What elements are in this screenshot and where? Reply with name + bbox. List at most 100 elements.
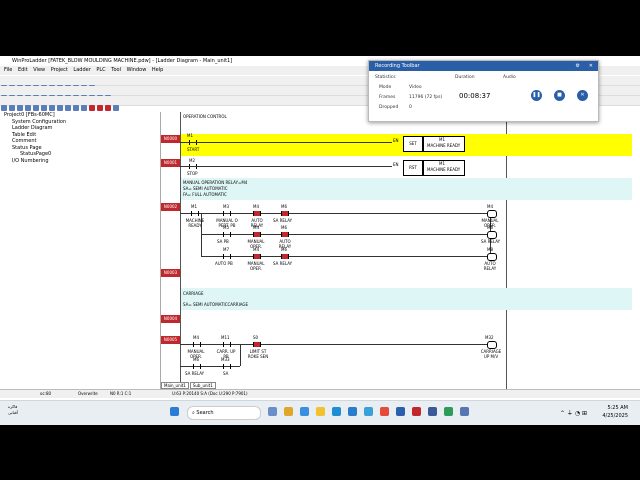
contact-s0-r5[interactable] — [253, 342, 261, 347]
contact-m4b-r2[interactable] — [253, 232, 261, 237]
insert-icon[interactable] — [113, 105, 119, 111]
coil-m4[interactable] — [487, 210, 497, 218]
rung-marker-n0001[interactable]: N0001 — [161, 159, 180, 167]
comment-sa-carriage: SA= SEMI AUTOMATICCARRIAGE — [183, 302, 249, 307]
contact-m3-r2[interactable] — [223, 211, 231, 216]
tray-icons[interactable]: ⌃ ⏚ ◔ ⊞ — [560, 408, 587, 417]
system-clock[interactable]: 5:25 AM 4/25/2025 — [602, 404, 628, 420]
menu-window[interactable]: Window — [127, 67, 147, 73]
math-icon[interactable] — [33, 105, 39, 111]
comment-sa: SA= SEMI AUTOMATIC — [183, 186, 228, 191]
settings-icon[interactable]: ⚙ — [576, 61, 580, 71]
label-r5o1: M32 — [485, 335, 494, 340]
task-view-icon[interactable] — [268, 407, 277, 416]
menu-help[interactable]: Help — [152, 67, 163, 73]
label-r5c4s: SA RELAY — [185, 371, 205, 376]
label-coil-m1: M1 — [439, 137, 445, 142]
menu-project[interactable]: Project — [51, 67, 68, 73]
label-r5o1s: CARRIAGE UP M/V — [480, 349, 502, 359]
menu-ladder[interactable]: Ladder — [73, 67, 90, 73]
delete-row-icon[interactable] — [97, 105, 103, 111]
windows-start-icon[interactable] — [170, 407, 179, 416]
chrome-icon[interactable] — [380, 407, 389, 416]
coil-m8[interactable] — [487, 253, 497, 261]
frames-value: 11796 (72 fps) — [409, 95, 443, 100]
pause-button[interactable]: ❚❚ — [531, 90, 542, 101]
menu-view[interactable]: View — [33, 67, 45, 73]
word-icon[interactable] — [396, 407, 405, 416]
menu-file[interactable]: File — [4, 67, 12, 73]
contact-m6-r5[interactable] — [193, 364, 201, 369]
contact-m11-r5[interactable] — [223, 342, 231, 347]
file-explorer-icon[interactable] — [316, 407, 325, 416]
set-function-box[interactable]: SET — [403, 136, 423, 152]
status-bar: oc:80 Overwrite N0 R:1 C:1 U:63 P:20140 … — [0, 389, 640, 398]
contact-m1-r2[interactable] — [191, 211, 199, 216]
label-r2o2s: SA RELAY — [481, 239, 501, 244]
io-icon[interactable] — [1, 105, 7, 111]
ret-icon[interactable] — [73, 105, 79, 111]
ladder-editor[interactable]: OPERATION CONTROL N0000 M1 START EN SET … — [161, 112, 640, 390]
recording-toolbar-title: Recording Toolbar — [375, 63, 420, 69]
comment-operation-control: OPERATION CONTROL — [183, 114, 227, 119]
comment-carriage: CARRIAGE — [183, 291, 204, 296]
tab-main-unit1[interactable]: Main_unit1 — [161, 382, 189, 389]
edge-icon[interactable] — [332, 407, 341, 416]
tree-io-numbering[interactable]: I/O Numbering — [0, 158, 160, 165]
cancel-button[interactable]: ✕ — [577, 90, 588, 101]
status-c: N0 R:1 C:1 — [110, 391, 132, 396]
menu-edit[interactable]: Edit — [18, 67, 28, 73]
contact-m4-r5[interactable] — [193, 342, 201, 347]
coil-m32[interactable] — [487, 341, 497, 349]
menu-plc[interactable]: PLC — [96, 67, 105, 73]
move-icon[interactable] — [41, 105, 47, 111]
menu-tool[interactable]: Tool — [111, 67, 121, 73]
desktop-screen: WinProLadder [FATEK_BLOW MOULDING MACHIN… — [0, 56, 640, 424]
contact-m7-r2[interactable] — [223, 254, 231, 259]
rung-marker-n0004[interactable]: N0004 — [161, 315, 180, 323]
rung-marker-n0003[interactable]: N0003 — [161, 269, 180, 277]
coil-m6[interactable] — [487, 231, 497, 239]
timer-icon[interactable] — [9, 105, 15, 111]
rung-marker-n0005[interactable]: N0005 — [161, 336, 180, 344]
weather-widget[interactable]: فاکره آفتابی — [8, 404, 18, 416]
jump-icon[interactable] — [49, 105, 55, 111]
delete-icon[interactable] — [89, 105, 95, 111]
label-r2o2: M6 — [487, 225, 493, 230]
rung-marker-n0002[interactable]: N0002 — [161, 203, 180, 211]
counter-icon[interactable] — [17, 105, 23, 111]
app-icon[interactable] — [444, 407, 453, 416]
wire — [240, 344, 241, 366]
contact-m6-r2[interactable] — [281, 211, 289, 216]
store-icon[interactable] — [300, 407, 309, 416]
label-r2c10s: SA RELAY — [273, 261, 293, 266]
label-icon[interactable] — [57, 105, 63, 111]
recorder-app-icon[interactable] — [412, 407, 421, 416]
tab-sub-unit1[interactable]: Sub_unit1 — [189, 382, 216, 389]
frames-label: Frames — [379, 95, 396, 100]
delete-col-icon[interactable] — [105, 105, 111, 111]
close-icon[interactable]: ✕ — [589, 61, 593, 71]
rst-function-box[interactable]: RST — [403, 160, 423, 176]
winproladder-icon[interactable] — [428, 407, 437, 416]
call-icon[interactable] — [65, 105, 71, 111]
widgets-icon[interactable] — [284, 407, 293, 416]
label-r2c10: M6 — [281, 247, 287, 252]
contact-m6c-r2[interactable] — [281, 254, 289, 259]
end-icon[interactable] — [81, 105, 87, 111]
label-r2c9: M4 — [253, 247, 259, 252]
compare-icon[interactable] — [25, 105, 31, 111]
contact-m4-r2[interactable] — [253, 211, 261, 216]
contact-m4c-r2[interactable] — [253, 254, 261, 259]
mail-icon[interactable] — [348, 407, 357, 416]
contact-m6b-r2[interactable] — [281, 232, 289, 237]
photos-icon[interactable] — [364, 407, 373, 416]
contact-m33-r5[interactable] — [223, 364, 231, 369]
rung-marker-n0000[interactable]: N0000 — [161, 135, 180, 143]
contact-m5-r2[interactable] — [223, 232, 231, 237]
label-r2c6: M4 — [253, 225, 259, 230]
search-box[interactable]: ⌕ Search — [187, 406, 261, 420]
label-r2c7: M6 — [281, 225, 287, 230]
stop-button[interactable]: ■ — [554, 90, 565, 101]
app-icon-2[interactable] — [460, 407, 469, 416]
